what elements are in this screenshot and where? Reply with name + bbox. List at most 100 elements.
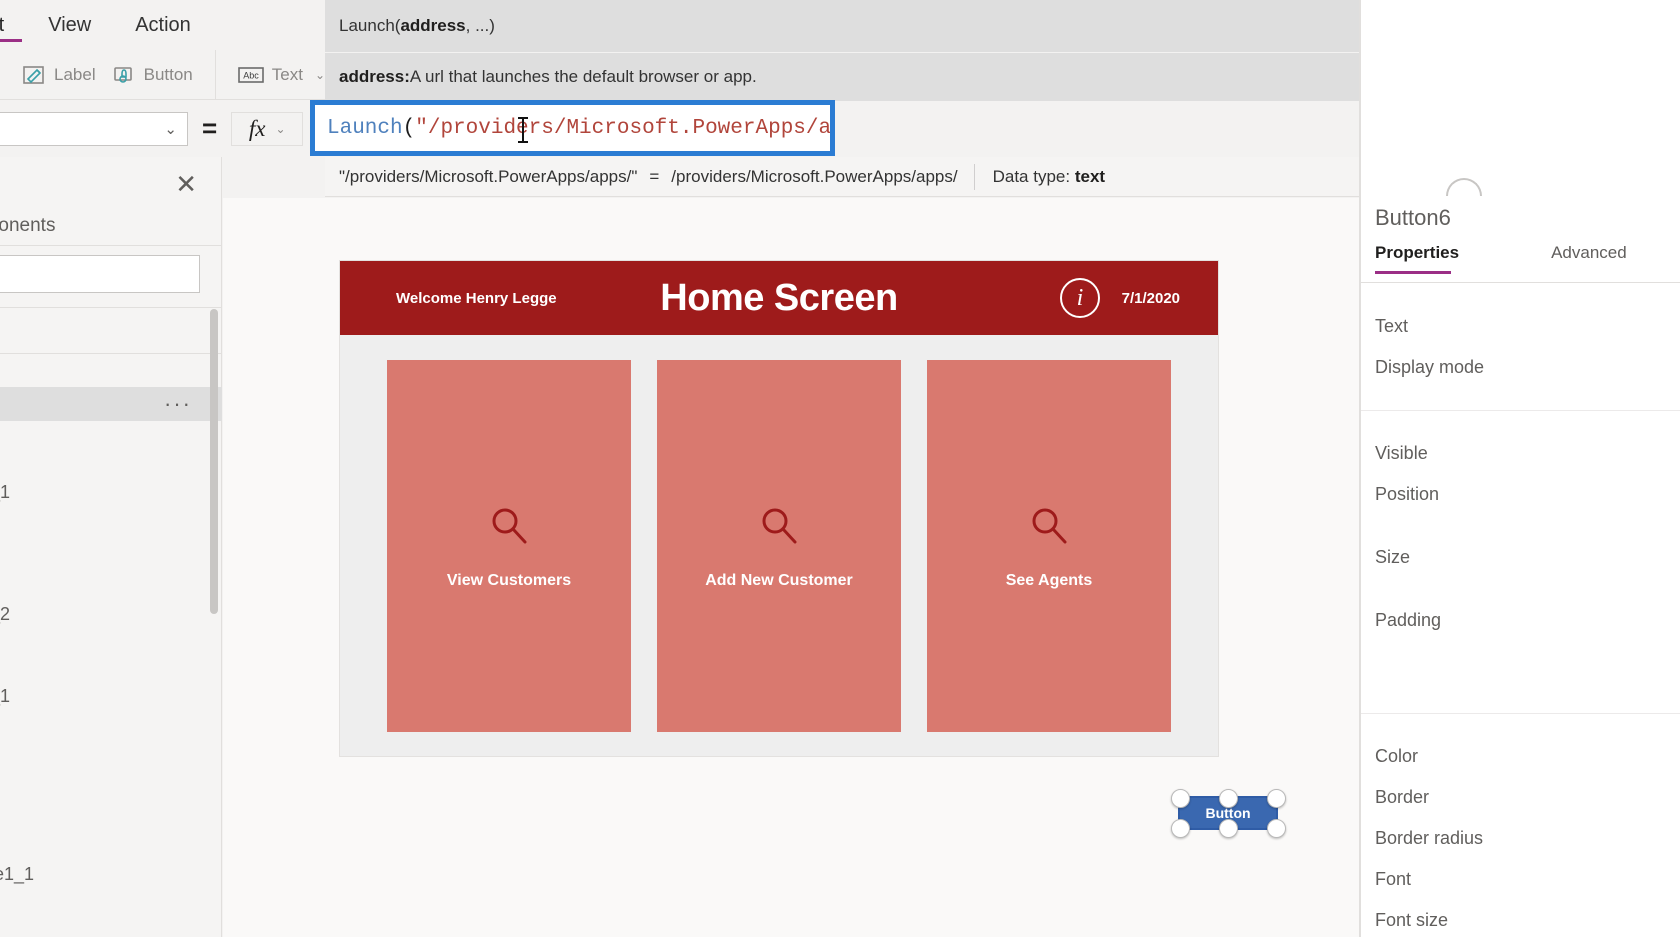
properties-section-content: Text Display mode (1361, 284, 1680, 411)
tree-item-5[interactable]: 1 (0, 823, 222, 857)
more-options-icon[interactable]: ··· (164, 393, 192, 415)
properties-tabs: Properties Advanced (1361, 243, 1680, 283)
property-label: Padding (1375, 610, 1442, 630)
property-row-text[interactable]: Text (1361, 306, 1680, 347)
tree-item-2[interactable]: _1 (0, 475, 222, 509)
insert-text-label: Text (271, 64, 303, 84)
card-label: See Agents (1005, 571, 1093, 589)
divider (0, 245, 222, 246)
formula-function-token: Launch (327, 116, 403, 140)
property-row-border-radius[interactable]: Border radius (1361, 818, 1680, 859)
tab-advanced-label: Advanced (1551, 243, 1627, 262)
result-value: /providers/Microsoft.PowerApps/apps/ (671, 166, 958, 186)
menu-item-view-label: View (48, 13, 92, 36)
property-row-font[interactable]: Font (1361, 859, 1680, 900)
property-label: Border (1375, 787, 1430, 807)
signature-prefix: Launch( (339, 16, 401, 35)
formula-open-paren: ( (402, 116, 416, 140)
datatype-label: Data type: (992, 166, 1071, 186)
card-add-new-customer[interactable]: Add New Customer (657, 360, 901, 732)
powerapps-studio-window: rt View Action Label (0, 0, 1680, 937)
property-label: Size (1375, 547, 1411, 567)
result-datatype: Data type: text (975, 157, 1105, 196)
tree-item-0[interactable]: n (0, 353, 222, 387)
tree-item-4[interactable]: _1 (0, 679, 222, 713)
resize-handle-top-center[interactable] (1219, 789, 1238, 808)
tab-advanced[interactable]: Advanced (1537, 243, 1639, 273)
card-label: Add New Customer (705, 571, 853, 589)
result-literal: "/providers/Microsoft.PowerApps/apps/" (339, 166, 638, 186)
datatype-value: text (1074, 166, 1106, 186)
signature-suffix: , ...) (465, 16, 495, 35)
property-row-visible[interactable]: Visible (1361, 433, 1680, 474)
panel-top-strip (1361, 0, 1680, 196)
tree-scrollbar-thumb[interactable] (210, 309, 218, 614)
search-icon (486, 503, 532, 554)
resize-handle-bottom-right[interactable] (1267, 819, 1286, 838)
card-see-agents[interactable]: See Agents (927, 360, 1171, 732)
tree-item-label: _1 (0, 481, 11, 502)
search-icon (756, 503, 802, 554)
chevron-down-icon: ⌄ (275, 121, 286, 136)
function-signature-tooltip: Launch(address, ...) (325, 0, 1360, 52)
menu-item-action[interactable]: Action (113, 0, 213, 50)
menu-item-view[interactable]: View (26, 0, 113, 50)
tree-item-label: le1_1 (0, 863, 35, 884)
property-row-color[interactable]: Color (1361, 736, 1680, 777)
menu-item-insert-label: rt (0, 13, 5, 36)
property-label: Border radius (1375, 828, 1484, 848)
app-header: Welcome Henry Legge Home Screen i 7/1/20… (340, 261, 1218, 335)
property-row-border[interactable]: Border (1361, 777, 1680, 818)
search-input[interactable] (0, 255, 200, 293)
result-equals: = (649, 166, 660, 186)
property-row-size[interactable]: Size (1361, 537, 1680, 578)
formula-string-token: "/providers/Microsoft.PowerApps/apps/ (415, 116, 830, 140)
menu-item-insert[interactable]: rt (0, 0, 26, 50)
tab-properties[interactable]: Properties (1361, 243, 1471, 274)
resize-handle-top-left[interactable] (1171, 789, 1190, 808)
insert-button-button[interactable]: Button (104, 59, 201, 91)
chevron-down-icon: ⌄ (314, 67, 326, 82)
property-label: Font (1375, 869, 1412, 889)
formula-editor-focus-ring: Launch("/providers/Microsoft.PowerApps/a… (310, 100, 835, 156)
property-label: Text (1375, 316, 1409, 336)
resize-handle-bottom-left[interactable] (1171, 819, 1190, 838)
tab-properties-label: Properties (1375, 243, 1460, 262)
properties-panel: Button6 Properties Advanced Text Display… (1360, 0, 1680, 937)
property-row-padding[interactable]: Padding (1361, 600, 1680, 641)
insert-text-dropdown[interactable]: Abc Text ⌄ (230, 61, 333, 89)
tree-item-label: _2 (0, 603, 11, 624)
divider (0, 307, 222, 308)
property-row-position[interactable]: Position (1361, 474, 1680, 515)
param-desc-text: A url that launches the default browser … (409, 67, 757, 86)
tree-item-6[interactable]: le1_1 (0, 857, 222, 891)
info-icon[interactable]: i (1060, 278, 1100, 318)
tree-item-1[interactable]: ··· (0, 387, 222, 421)
insert-label-button[interactable]: Label (14, 59, 104, 91)
property-label: Position (1375, 484, 1440, 504)
chevron-down-icon: ⌄ (164, 120, 177, 138)
formula-input[interactable]: Launch("/providers/Microsoft.PowerApps/a… (315, 105, 830, 151)
resize-handle-top-right[interactable] (1267, 789, 1286, 808)
card-row: View Customers Add New Customer See Agen… (340, 335, 1218, 756)
app-screen-frame: Welcome Henry Legge Home Screen i 7/1/20… (340, 261, 1286, 838)
close-icon[interactable]: ✕ (175, 171, 197, 197)
date-label: 7/1/2020 (1121, 289, 1180, 307)
fx-button[interactable]: fx ⌄ (231, 111, 304, 146)
param-desc-label: address: (339, 67, 410, 86)
label-icon (22, 63, 46, 87)
card-view-customers[interactable]: View Customers (387, 360, 631, 732)
property-row-display-mode[interactable]: Display mode (1361, 347, 1680, 388)
property-select[interactable]: ⌄ (0, 111, 188, 146)
tree-item-3[interactable]: _2 (0, 597, 222, 631)
properties-section-appearance: Color Border Border radius Font Font siz… (1361, 714, 1680, 937)
control-name-label: Button6 (1375, 205, 1451, 230)
property-row-font-size[interactable]: Font size (1361, 900, 1680, 937)
insert-label-text: Label (54, 64, 96, 84)
resize-handle-bottom-center[interactable] (1219, 819, 1238, 838)
property-label: Color (1375, 746, 1419, 766)
